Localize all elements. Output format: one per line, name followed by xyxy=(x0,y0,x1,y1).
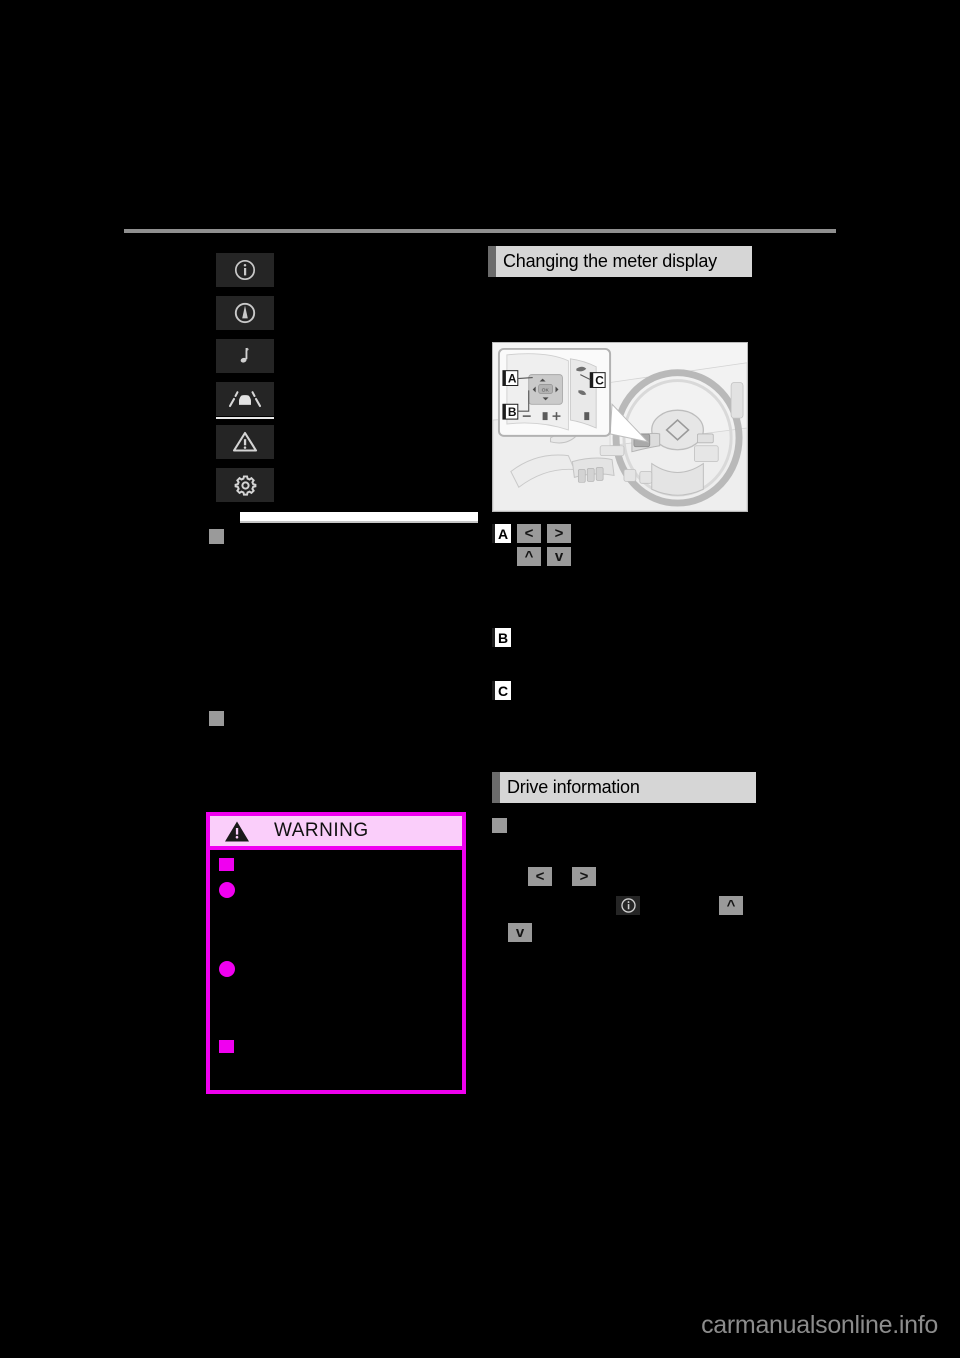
callout-b: B xyxy=(492,628,511,647)
callout-b-tag: B xyxy=(492,628,511,647)
page-header-rule xyxy=(124,229,836,233)
left-arrow-key[interactable]: < xyxy=(517,524,541,543)
heading-text: Changing the meter display xyxy=(503,251,717,271)
left-section-2-bullet xyxy=(209,711,224,726)
inline-down-arrow-key[interactable]: v xyxy=(508,923,532,942)
callout-c-tag: C xyxy=(492,681,511,700)
down-arrow-key[interactable]: v xyxy=(547,547,571,566)
speedometer-icon-tile xyxy=(216,296,274,330)
lane-departure-icon-tile xyxy=(216,382,274,419)
callout-a-tag: A xyxy=(492,524,511,543)
right-arrow-key[interactable]: > xyxy=(547,524,571,543)
left-section-1-bullet xyxy=(209,529,224,544)
warning-bullet-2 xyxy=(219,882,235,898)
info-icon-tile xyxy=(216,253,274,287)
warning-title: WARNING xyxy=(274,820,369,841)
inline-up-arrow-key[interactable]: ^ xyxy=(719,896,743,915)
warning-header: WARNING xyxy=(210,816,462,850)
callout-a: A < > ^ v xyxy=(492,524,571,566)
heading-text: Drive information xyxy=(507,777,640,797)
inline-right-arrow-key[interactable]: > xyxy=(572,867,596,886)
left-section-divider xyxy=(240,512,478,523)
callout-a-keys: < > ^ v xyxy=(517,524,571,566)
warning-bullet-1 xyxy=(219,858,234,871)
heading-drive-information: Drive information xyxy=(492,772,756,803)
steering-wheel-controls-illustration: OK A B C xyxy=(492,342,748,512)
warning-bullet-4 xyxy=(219,1040,234,1053)
inline-info-key[interactable] xyxy=(616,896,640,915)
info-icon xyxy=(233,258,257,282)
meter-icon-list xyxy=(216,253,276,511)
gear-icon xyxy=(233,473,258,498)
svg-text:C: C xyxy=(595,374,604,388)
speedometer-icon xyxy=(233,301,257,325)
music-note-icon xyxy=(233,344,257,368)
svg-text:A: A xyxy=(508,372,517,386)
warning-triangle-icon xyxy=(224,820,262,843)
heading-changing-the-meter-display: Changing the meter display xyxy=(488,246,752,277)
up-arrow-key[interactable]: ^ xyxy=(517,547,541,566)
drive-information-bullet xyxy=(492,818,507,833)
gear-icon-tile xyxy=(216,468,274,502)
warning-triangle-icon-tile xyxy=(216,425,274,459)
warning-triangle-icon xyxy=(232,430,258,454)
manual-page: WARNING Changing the meter display OK A … xyxy=(0,0,960,1358)
music-note-icon-tile xyxy=(216,339,274,373)
right-column: Changing the meter display OK A B C A < … xyxy=(488,246,760,942)
warning-body xyxy=(210,850,462,1090)
svg-text:OK: OK xyxy=(542,387,550,393)
site-watermark: carmanualsonline.info xyxy=(701,1311,938,1339)
callout-c: C xyxy=(492,681,511,700)
warning-box: WARNING xyxy=(206,812,466,1094)
svg-text:B: B xyxy=(508,405,517,419)
inline-left-arrow-key[interactable]: < xyxy=(528,867,552,886)
lane-departure-icon xyxy=(228,389,262,409)
warning-bullet-3 xyxy=(219,961,235,977)
